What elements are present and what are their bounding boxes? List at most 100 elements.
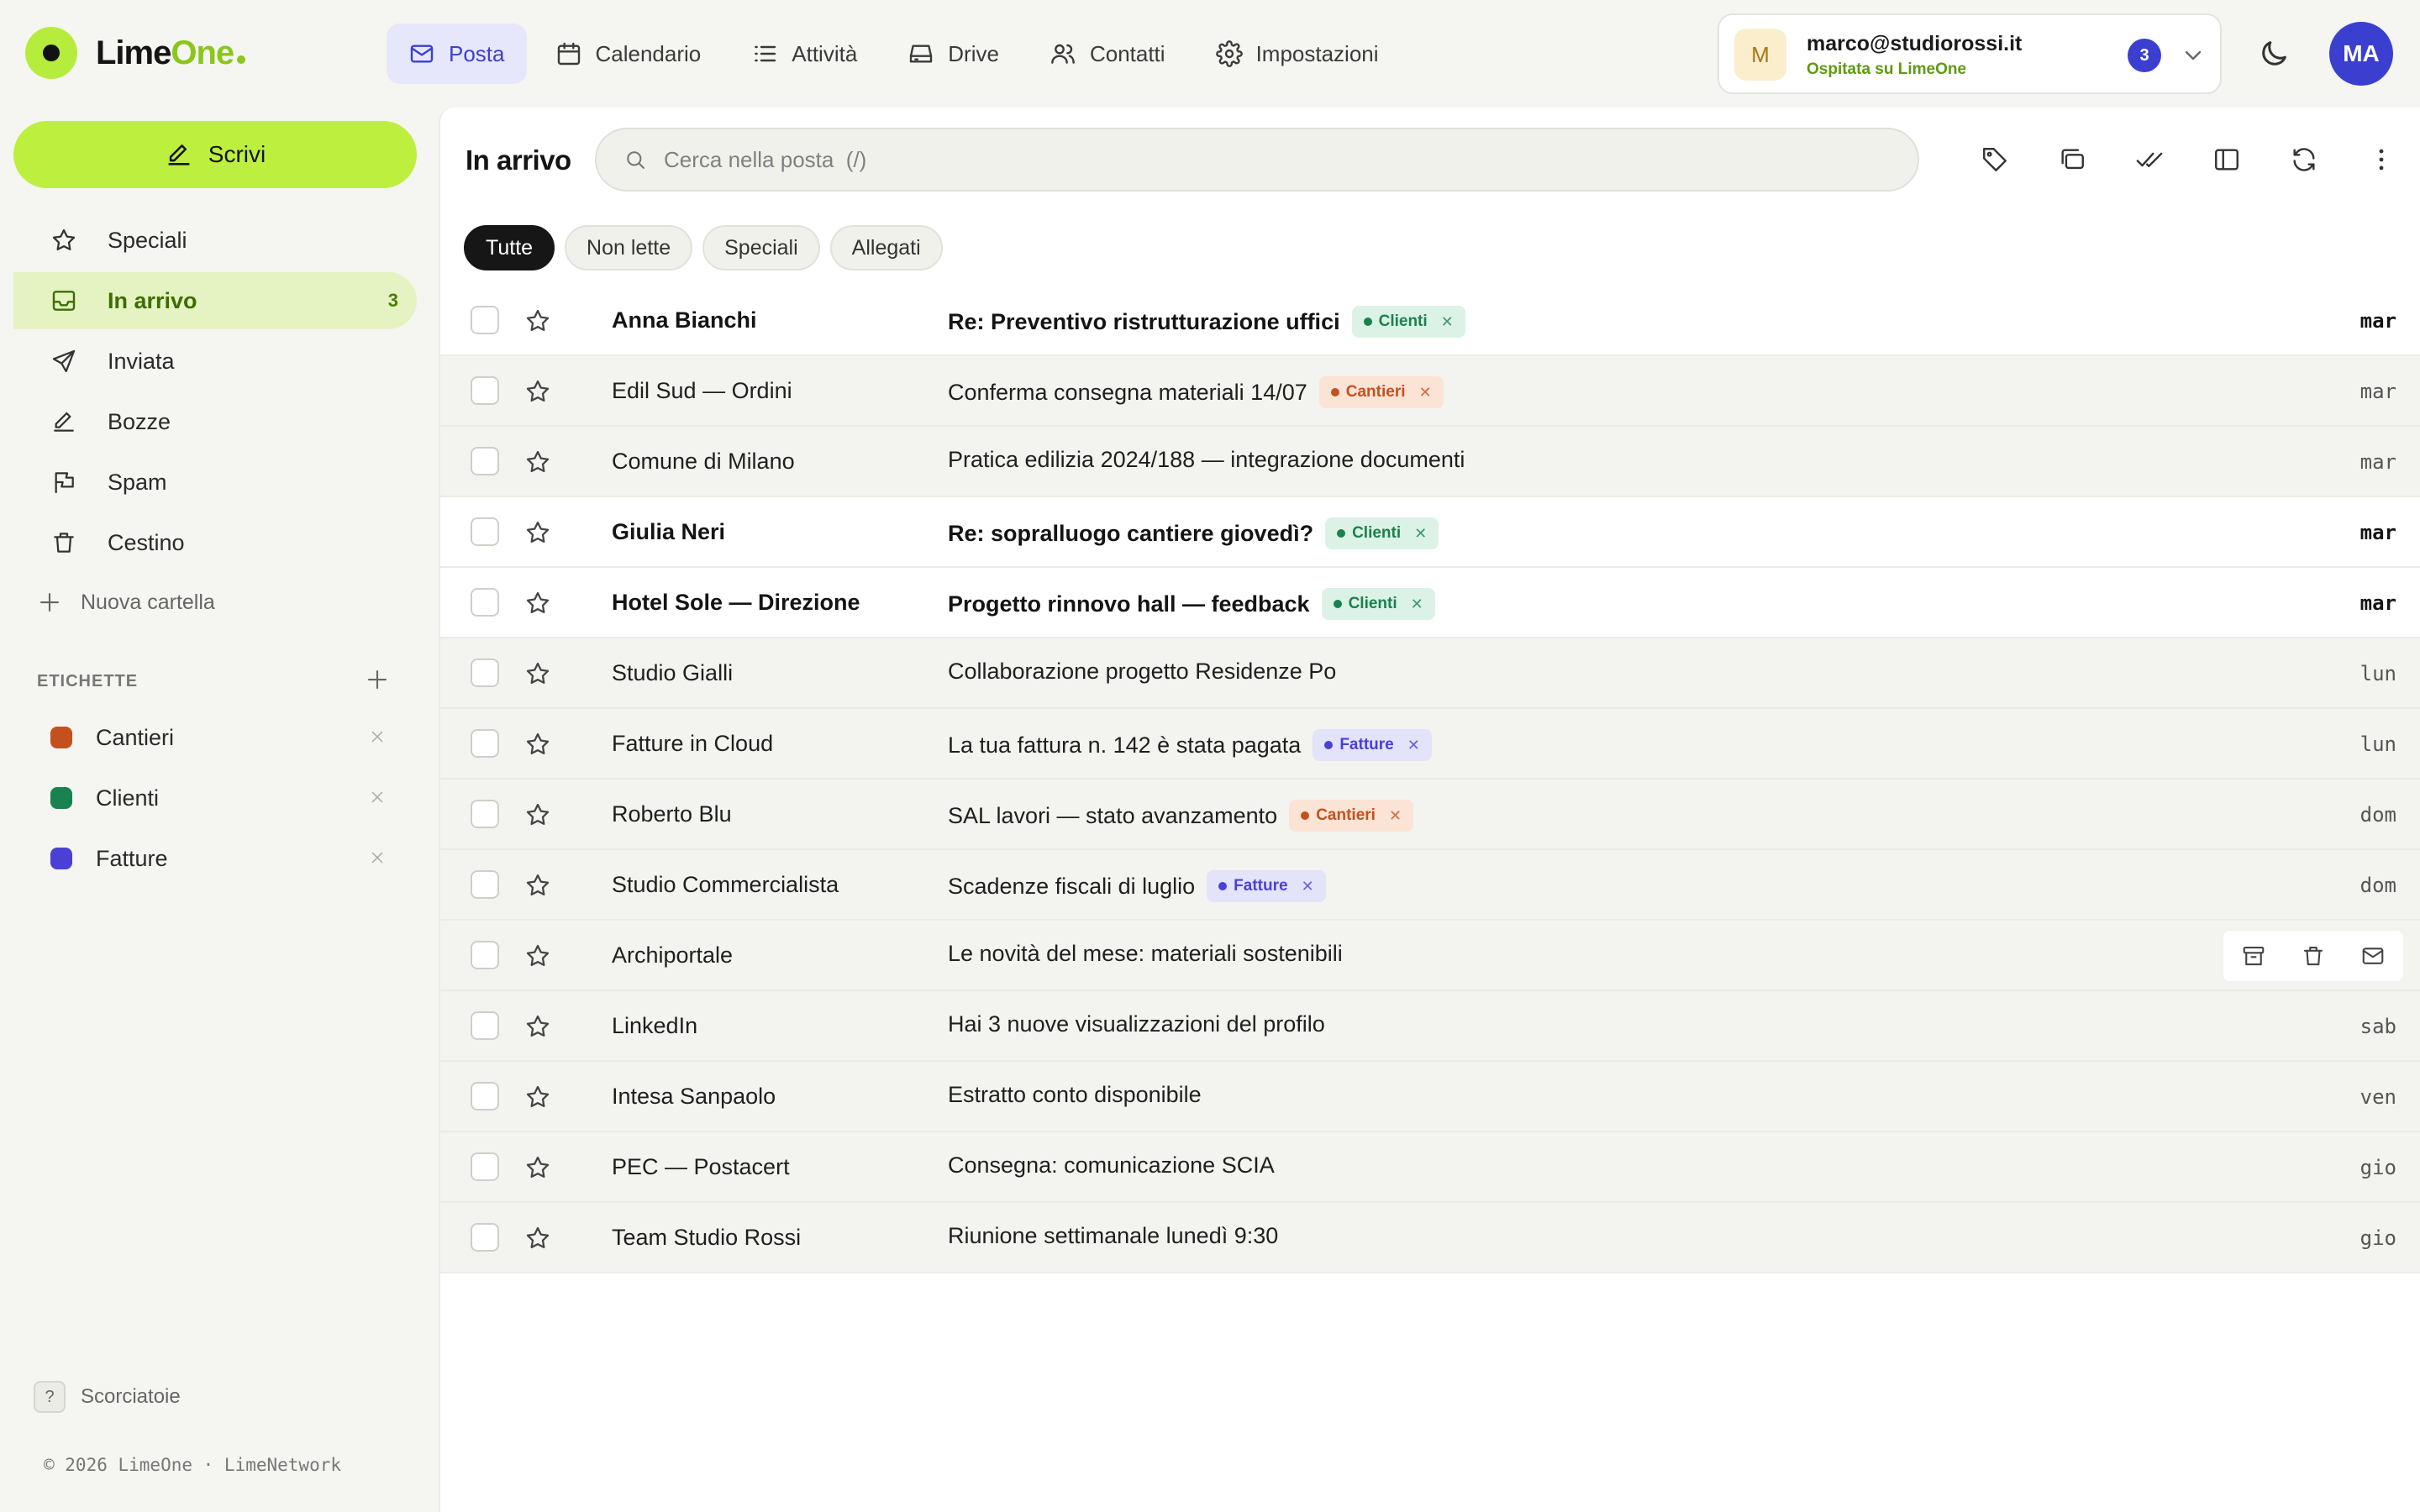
message-row[interactable]: Intesa Sanpaolo Estratto conto disponibil… bbox=[440, 1062, 2420, 1132]
nav-impostazioni[interactable]: Impostazioni bbox=[1194, 24, 1401, 84]
account-avatar: M bbox=[1734, 29, 1786, 81]
shortcut-key: ? bbox=[34, 1381, 66, 1413]
label-cantieri[interactable]: Cantieri bbox=[37, 712, 390, 763]
select-checkbox[interactable] bbox=[471, 1223, 499, 1252]
filter-speciali[interactable]: Speciali bbox=[702, 225, 820, 270]
message-row[interactable]: Studio Commercialista Scadenze fiscali di… bbox=[440, 850, 2420, 921]
star-icon[interactable] bbox=[524, 942, 551, 969]
star-icon[interactable] bbox=[524, 801, 551, 828]
nav-contatti[interactable]: Contatti bbox=[1028, 24, 1187, 84]
label-button[interactable] bbox=[1956, 141, 2033, 178]
select-checkbox[interactable] bbox=[471, 870, 499, 899]
trash-icon[interactable] bbox=[2301, 943, 2326, 969]
search-input[interactable] bbox=[664, 146, 1840, 173]
star-icon[interactable] bbox=[524, 872, 551, 899]
message-row[interactable]: Giulia Neri Re: sopralluogo cantiere giov… bbox=[440, 497, 2420, 568]
star-icon[interactable] bbox=[524, 1225, 551, 1252]
send-icon bbox=[52, 349, 76, 373]
shortcuts-button[interactable]: ? Scorciatoie bbox=[34, 1381, 181, 1413]
select-checkbox[interactable] bbox=[471, 517, 499, 546]
message-row[interactable]: Archiportale Le novità del mese: material… bbox=[440, 921, 2420, 991]
mark-all-read-button[interactable] bbox=[2111, 141, 2188, 178]
star-icon bbox=[52, 228, 76, 251]
message-row[interactable]: Team Studio Rossi Riunione settimanale lu… bbox=[440, 1203, 2420, 1273]
message-subject-text: Le novità del mese: materiali sostenibil… bbox=[948, 941, 1343, 966]
search-bar[interactable] bbox=[595, 128, 1919, 192]
filter-non-lette[interactable]: Non lette bbox=[565, 225, 693, 270]
select-checkbox[interactable] bbox=[471, 376, 499, 405]
account-switcher[interactable]: M marco@studiorossi.it Ospitata su LimeO… bbox=[1718, 13, 2222, 94]
compose-button[interactable]: Scrivi bbox=[13, 121, 417, 188]
filter-allegati[interactable]: Allegati bbox=[829, 225, 943, 270]
close-icon[interactable] bbox=[368, 727, 387, 746]
message-row[interactable]: Edil Sud — Ordini Conferma consegna mater… bbox=[440, 356, 2420, 427]
star-icon[interactable] bbox=[524, 378, 551, 405]
message-row[interactable]: Comune di Milano Pratica edilizia 2024/18… bbox=[440, 427, 2420, 497]
select-checkbox[interactable] bbox=[471, 588, 499, 617]
select-checkbox[interactable] bbox=[471, 1011, 499, 1040]
more-button[interactable] bbox=[2343, 141, 2420, 178]
folder-speciali[interactable]: Speciali bbox=[13, 212, 417, 269]
toggle-panel-button[interactable] bbox=[2188, 141, 2265, 178]
message-row[interactable]: Roberto Blu SAL lavori — stato avanzament… bbox=[440, 780, 2420, 850]
remove-tag-icon[interactable]: ✕ bbox=[1411, 596, 1423, 613]
select-checkbox[interactable] bbox=[471, 1082, 499, 1110]
star-icon[interactable] bbox=[524, 590, 551, 617]
select-checkbox[interactable] bbox=[471, 1152, 499, 1181]
label-fatture[interactable]: Fatture bbox=[37, 833, 390, 884]
remove-tag-icon[interactable]: ✕ bbox=[1389, 807, 1402, 825]
message-row[interactable]: Anna Bianchi Re: Preventivo ristrutturazi… bbox=[440, 286, 2420, 356]
folder-cestino[interactable]: Cestino bbox=[13, 514, 417, 571]
main-nav: Posta Calendario Attività Drive Contatti… bbox=[387, 24, 1401, 84]
star-icon[interactable] bbox=[524, 731, 551, 758]
star-icon[interactable] bbox=[524, 1154, 551, 1181]
select-checkbox[interactable] bbox=[471, 729, 499, 758]
search-icon bbox=[627, 151, 644, 169]
refresh-button[interactable] bbox=[2265, 141, 2343, 178]
close-icon[interactable] bbox=[368, 848, 387, 867]
mail-icon[interactable] bbox=[2360, 943, 2386, 969]
message-subject-text: Collaborazione progetto Residenze Po bbox=[948, 659, 1337, 684]
remove-tag-icon[interactable]: ✕ bbox=[1441, 313, 1454, 331]
message-row[interactable]: LinkedIn Hai 3 nuove visualizzazioni del … bbox=[440, 991, 2420, 1062]
nav-attivita[interactable]: Attività bbox=[729, 24, 879, 84]
folder-in-arrivo[interactable]: In arrivo 3 bbox=[13, 272, 417, 329]
select-checkbox[interactable] bbox=[471, 941, 499, 969]
star-icon[interactable] bbox=[524, 519, 551, 546]
select-checkbox[interactable] bbox=[471, 800, 499, 828]
star-icon[interactable] bbox=[524, 660, 551, 687]
logo[interactable]: LimeOne bbox=[25, 27, 246, 79]
star-icon[interactable] bbox=[524, 449, 551, 475]
copy-button[interactable] bbox=[2033, 141, 2111, 178]
folder-inviata[interactable]: Inviata bbox=[13, 333, 417, 390]
message-row[interactable]: Hotel Sole — Direzione Progetto rinnovo h… bbox=[440, 568, 2420, 638]
moon-icon[interactable] bbox=[2257, 37, 2291, 71]
close-icon[interactable] bbox=[368, 788, 387, 806]
filter-tutte[interactable]: Tutte bbox=[464, 225, 555, 270]
folder-spam[interactable]: Spam bbox=[13, 454, 417, 511]
select-checkbox[interactable] bbox=[471, 447, 499, 475]
archive-icon[interactable] bbox=[2241, 943, 2266, 969]
message-row[interactable]: Studio Gialli Collaborazione progetto Res… bbox=[440, 638, 2420, 709]
remove-tag-icon[interactable]: ✕ bbox=[1407, 737, 1420, 754]
message-tag: Clienti ✕ bbox=[1321, 588, 1435, 620]
message-row[interactable]: PEC — Postacert Consegna: comunicazione S… bbox=[440, 1132, 2420, 1203]
label-clienti[interactable]: Clienti bbox=[37, 773, 390, 823]
folder-bozze[interactable]: Bozze bbox=[13, 393, 417, 450]
star-icon[interactable] bbox=[524, 307, 551, 334]
add-label-icon[interactable] bbox=[365, 667, 390, 692]
user-avatar[interactable]: MA bbox=[2329, 22, 2393, 86]
star-icon[interactable] bbox=[524, 1013, 551, 1040]
new-folder-button[interactable]: Nuova cartella bbox=[37, 590, 215, 615]
nav-drive[interactable]: Drive bbox=[886, 24, 1021, 84]
select-checkbox[interactable] bbox=[471, 306, 499, 334]
remove-tag-icon[interactable]: ✕ bbox=[1414, 525, 1427, 543]
select-checkbox[interactable] bbox=[471, 659, 499, 687]
nav-posta[interactable]: Posta bbox=[387, 24, 527, 84]
star-icon[interactable] bbox=[524, 1084, 551, 1110]
nav-calendario[interactable]: Calendario bbox=[534, 24, 723, 84]
label-swatch bbox=[50, 787, 72, 809]
remove-tag-icon[interactable]: ✕ bbox=[1419, 384, 1432, 402]
message-row[interactable]: Fatture in Cloud La tua fattura n. 142 è … bbox=[440, 709, 2420, 780]
remove-tag-icon[interactable]: ✕ bbox=[1302, 878, 1314, 895]
